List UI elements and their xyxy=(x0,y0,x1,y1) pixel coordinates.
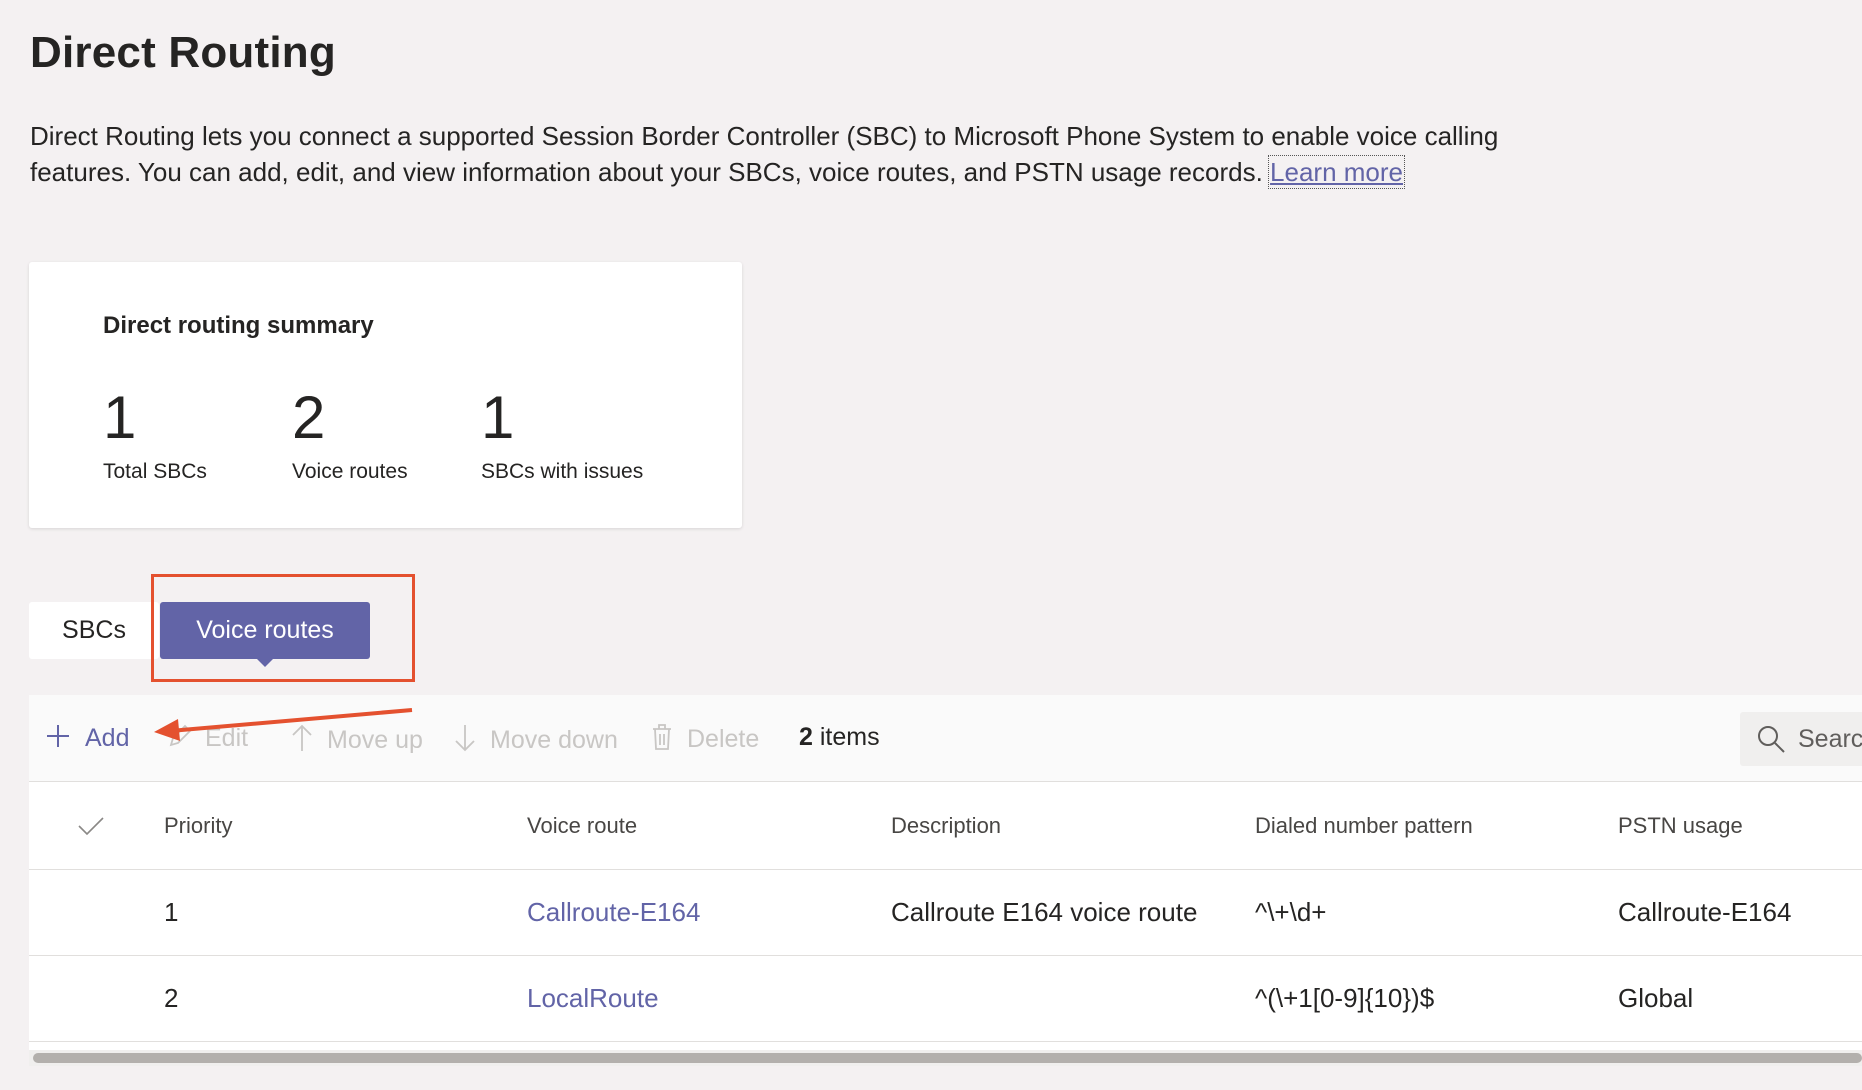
plus-icon xyxy=(45,723,71,754)
item-count-suffix: items xyxy=(812,723,880,751)
cell-description: Callroute E164 voice route xyxy=(891,897,1198,927)
search-icon xyxy=(1756,724,1786,754)
cell-dialed-number-pattern: ^(\+1[0-9]{10})$ xyxy=(1255,983,1435,1013)
page-title: Direct Routing xyxy=(30,28,336,77)
table-header-row: Priority Voice route Description Dialed … xyxy=(29,782,1862,870)
stat-sbcs-with-issues: 1 SBCs with issues xyxy=(481,388,643,484)
column-header-dialed-number-pattern[interactable]: Dialed number pattern xyxy=(1255,782,1473,869)
voice-route-link[interactable]: Callroute-E164 xyxy=(527,870,700,955)
column-header-pstn-usage[interactable]: PSTN usage xyxy=(1618,782,1743,869)
item-count: 2 items xyxy=(799,723,880,752)
stat-label: SBCs with issues xyxy=(481,460,644,483)
move-down-label: Move down xyxy=(490,726,618,754)
cell-pstn-usage: Callroute-E164 xyxy=(1618,897,1792,927)
cell-dialed-number-pattern: ^\+\d+ xyxy=(1255,897,1327,927)
stat-voice-routes: 2 Voice routes xyxy=(292,388,408,484)
horizontal-scrollbar[interactable] xyxy=(29,1050,1862,1066)
stat-label: Voice routes xyxy=(292,460,408,483)
table-row[interactable]: 1 Callroute-E164 Callroute E164 voice ro… xyxy=(29,870,1862,956)
annotation-highlight-box xyxy=(151,574,415,682)
column-header-priority[interactable]: Priority xyxy=(164,782,232,869)
table-row[interactable]: 2 LocalRoute ^(\+1[0-9]{10})$ Global xyxy=(29,956,1862,1042)
select-all-check-icon[interactable] xyxy=(77,782,105,869)
arrow-down-icon xyxy=(454,723,476,758)
stat-value: 1 xyxy=(481,384,515,451)
stat-label: Total SBCs xyxy=(103,460,207,483)
annotation-arrow xyxy=(154,708,413,741)
column-header-voice-route[interactable]: Voice route xyxy=(527,782,637,869)
tab-sbcs[interactable]: SBCs xyxy=(29,602,159,659)
column-header-description[interactable]: Description xyxy=(891,782,1001,869)
delete-button[interactable]: Delete xyxy=(651,723,759,756)
delete-label: Delete xyxy=(687,725,760,753)
move-down-button[interactable]: Move down xyxy=(454,723,618,758)
stat-total-sbcs: 1 Total SBCs xyxy=(103,388,207,484)
voice-route-link[interactable]: LocalRoute xyxy=(527,956,659,1041)
add-button[interactable]: Add xyxy=(45,723,129,754)
learn-more-link[interactable]: Learn more xyxy=(1268,155,1406,189)
scrollbar-thumb[interactable] xyxy=(33,1053,1862,1063)
trash-icon xyxy=(651,723,673,756)
cell-priority: 1 xyxy=(164,897,179,927)
voice-routes-table: Priority Voice route Description Dialed … xyxy=(29,782,1862,1062)
intro-text: Direct Routing lets you connect a suppor… xyxy=(30,118,1510,190)
search-placeholder: Search xyxy=(1798,724,1862,753)
cell-pstn-usage: Global xyxy=(1618,983,1694,1013)
item-count-number: 2 xyxy=(799,723,813,751)
cell-priority: 2 xyxy=(164,983,179,1013)
search-input[interactable]: Search xyxy=(1740,712,1862,766)
summary-title: Direct routing summary xyxy=(103,312,374,339)
summary-card: Direct routing summary 1 Total SBCs 2 Vo… xyxy=(29,262,742,528)
stat-value: 2 xyxy=(292,384,326,451)
stat-value: 1 xyxy=(103,384,137,451)
add-label: Add xyxy=(85,724,130,752)
